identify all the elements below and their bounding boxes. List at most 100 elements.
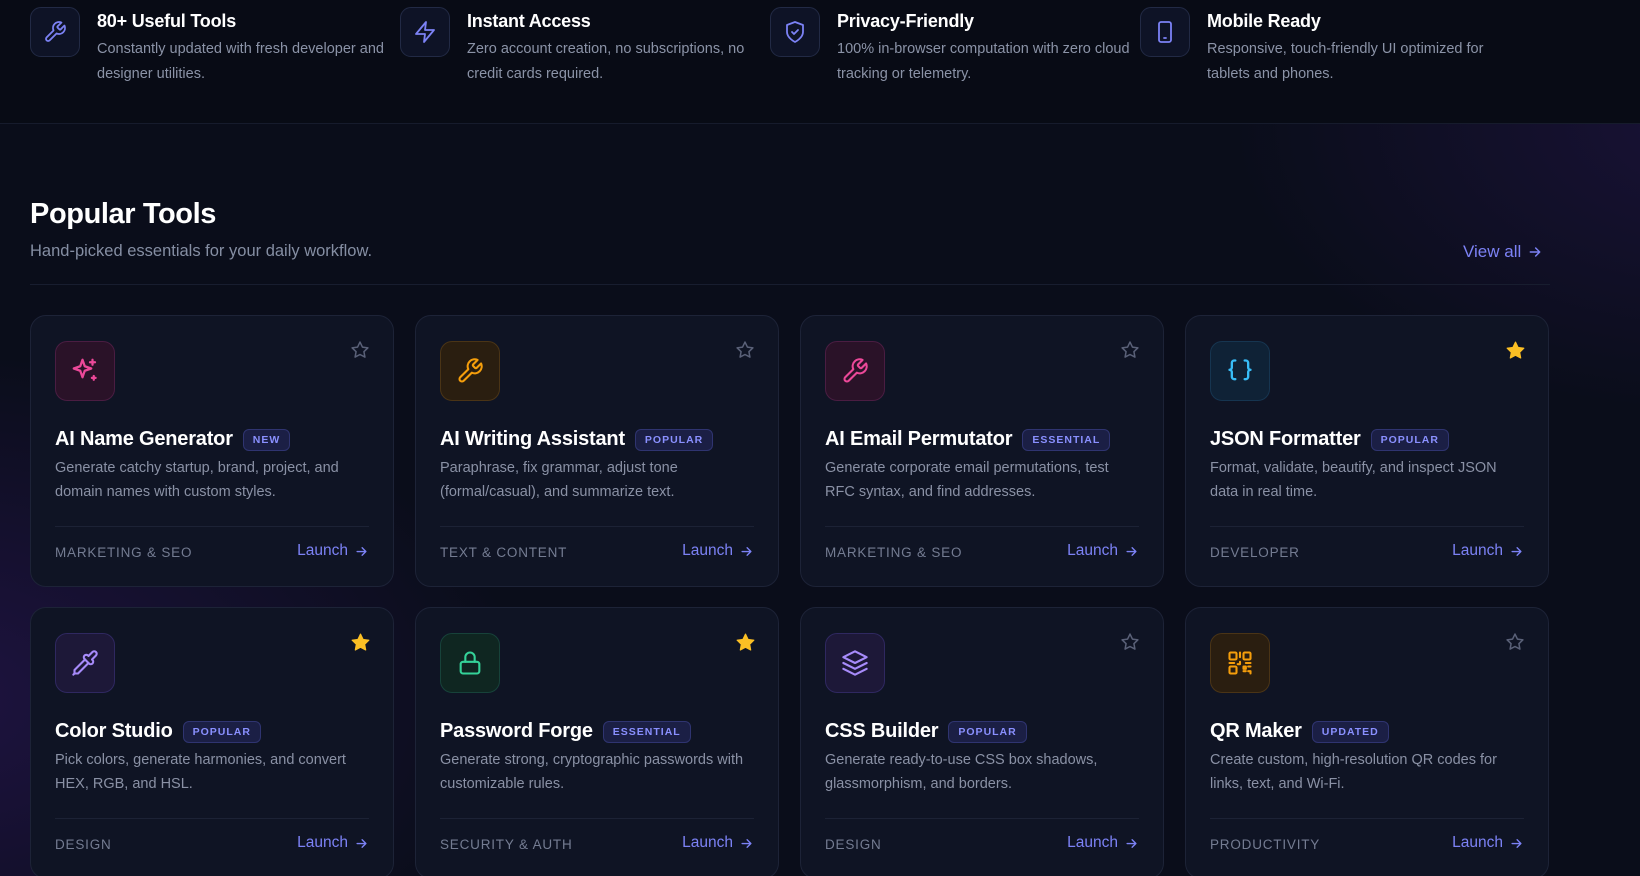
card-title: CSS Builder — [825, 720, 939, 742]
favorite-star-icon[interactable] — [1504, 631, 1526, 653]
wrench-icon — [30, 7, 80, 57]
feature-privacy: Privacy-Friendly 100% in-browser computa… — [770, 7, 1140, 97]
launch-label: Launch — [297, 542, 348, 559]
card-title-row: Color Studio POPULAR — [55, 720, 261, 743]
card-divider — [1210, 818, 1524, 819]
favorite-star-icon[interactable] — [349, 631, 371, 653]
launch-label: Launch — [297, 834, 348, 851]
tool-card-qr-maker[interactable]: QR Maker UPDATED Create custom, high-res… — [1185, 607, 1549, 876]
launch-button[interactable]: Launch — [297, 542, 369, 560]
tool-card-ai-writing-assistant[interactable]: AI Writing Assistant POPULAR Paraphrase,… — [415, 315, 779, 587]
layers-icon — [825, 633, 885, 693]
card-title-row: AI Writing Assistant POPULAR — [440, 428, 714, 451]
favorite-star-icon[interactable] — [734, 339, 756, 361]
card-divider — [55, 526, 369, 527]
feature-title: Privacy-Friendly — [837, 11, 974, 31]
card-divider — [55, 818, 369, 819]
feature-description: Zero account creation, no subscriptions,… — [467, 41, 745, 82]
card-divider — [1210, 526, 1524, 527]
feature-title: Instant Access — [467, 11, 591, 31]
status-badge: POPULAR — [182, 720, 261, 743]
status-badge: ESSENTIAL — [1022, 428, 1111, 451]
card-category: MARKETING & SEO — [55, 545, 193, 560]
launch-button[interactable]: Launch — [297, 834, 369, 852]
view-all-label: View all — [1463, 242, 1522, 261]
card-description: Generate ready-to-use CSS box shadows, g… — [825, 752, 1098, 792]
card-title-row: JSON Formatter POPULAR — [1210, 428, 1449, 451]
shield-check-icon — [770, 7, 820, 57]
card-category: SECURITY & AUTH — [440, 837, 573, 852]
feature-title: Mobile Ready — [1207, 11, 1321, 31]
card-description: Generate corporate email permutations, t… — [825, 460, 1109, 500]
arrow-right-icon — [356, 546, 367, 556]
section-subtitle: Hand-picked essentials for your daily wo… — [30, 242, 373, 260]
card-category: DESIGN — [55, 837, 112, 852]
lightning-icon — [400, 7, 450, 57]
launch-label: Launch — [682, 542, 733, 559]
feature-mobile-ready: Mobile Ready Responsive, touch-friendly … — [1140, 7, 1510, 97]
feature-description: Responsive, touch-friendly UI optimized … — [1207, 41, 1484, 82]
favorite-star-icon[interactable] — [1119, 631, 1141, 653]
status-badge: NEW — [242, 428, 291, 451]
card-title-row: AI Email Permutator ESSENTIAL — [825, 428, 1111, 451]
card-category: PRODUCTIVITY — [1210, 837, 1321, 852]
arrow-right-icon — [1126, 838, 1137, 848]
launch-label: Launch — [1452, 542, 1503, 559]
qr-code-icon — [1210, 633, 1270, 693]
card-title: AI Email Permutator — [825, 428, 1013, 450]
card-description: Paraphrase, fix grammar, adjust tone (fo… — [440, 460, 678, 500]
view-all-link[interactable]: View all — [1463, 242, 1543, 262]
tool-card-ai-email-permutator[interactable]: AI Email Permutator ESSENTIAL Generate c… — [800, 315, 1164, 587]
favorite-star-icon[interactable] — [734, 631, 756, 653]
favorite-star-icon[interactable] — [349, 339, 371, 361]
card-divider — [825, 818, 1139, 819]
card-category: DEVELOPER — [1210, 545, 1300, 560]
section-divider — [30, 284, 1550, 285]
card-divider — [825, 526, 1139, 527]
arrow-right-icon — [741, 838, 752, 848]
arrow-right-icon — [1126, 546, 1137, 556]
launch-button[interactable]: Launch — [1067, 542, 1139, 560]
feature-description: Constantly updated with fresh developer … — [97, 41, 384, 82]
feature-instant-access: Instant Access Zero account creation, no… — [400, 7, 770, 97]
card-title: QR Maker — [1210, 720, 1302, 742]
tool-card-ai-name-generator[interactable]: AI Name Generator NEW Generate catchy st… — [30, 315, 394, 587]
status-badge: POPULAR — [634, 428, 714, 451]
status-badge: POPULAR — [1370, 428, 1449, 451]
favorite-star-icon[interactable] — [1119, 339, 1141, 361]
launch-button[interactable]: Launch — [682, 834, 754, 852]
status-badge: POPULAR — [948, 720, 1027, 743]
favorite-star-icon[interactable] — [1504, 339, 1526, 361]
wrench-icon — [440, 341, 500, 401]
launch-button[interactable]: Launch — [1452, 834, 1524, 852]
tool-card-json-formatter[interactable]: JSON Formatter POPULAR Format, validate,… — [1185, 315, 1549, 587]
feature-useful-tools: 80+ Useful Tools Constantly updated with… — [30, 7, 400, 97]
status-badge: UPDATED — [1311, 720, 1389, 743]
launch-button[interactable]: Launch — [682, 542, 754, 560]
wrench-icon — [825, 341, 885, 401]
braces-icon — [1210, 341, 1270, 401]
arrow-right-icon — [1511, 546, 1522, 556]
card-description: Create custom, high-resolution QR codes … — [1210, 752, 1497, 792]
tool-card-css-builder[interactable]: CSS Builder POPULAR Generate ready-to-us… — [800, 607, 1164, 876]
card-category: DESIGN — [825, 837, 882, 852]
card-title: Password Forge — [440, 720, 593, 742]
features-strip: 80+ Useful Tools Constantly updated with… — [0, 0, 1640, 124]
launch-button[interactable]: Launch — [1067, 834, 1139, 852]
phone-icon — [1140, 7, 1190, 57]
launch-label: Launch — [1452, 834, 1503, 851]
launch-button[interactable]: Launch — [1452, 542, 1524, 560]
arrow-right-icon — [1511, 838, 1522, 848]
feature-description: 100% in-browser computation with zero cl… — [837, 41, 1130, 82]
card-description: Generate strong, cryptographic passwords… — [440, 752, 744, 792]
card-description: Generate catchy startup, brand, project,… — [55, 460, 339, 500]
card-title: Color Studio — [55, 720, 173, 742]
tool-card-color-studio[interactable]: Color Studio POPULAR Pick colors, genera… — [30, 607, 394, 876]
card-category: TEXT & CONTENT — [440, 545, 568, 560]
tool-card-password-forge[interactable]: Password Forge ESSENTIAL Generate strong… — [415, 607, 779, 876]
eyedropper-icon — [55, 633, 115, 693]
card-title-row: Password Forge ESSENTIAL — [440, 720, 691, 743]
card-title-row: AI Name Generator NEW — [55, 428, 291, 451]
launch-label: Launch — [1067, 542, 1118, 559]
card-title: AI Writing Assistant — [440, 428, 625, 450]
